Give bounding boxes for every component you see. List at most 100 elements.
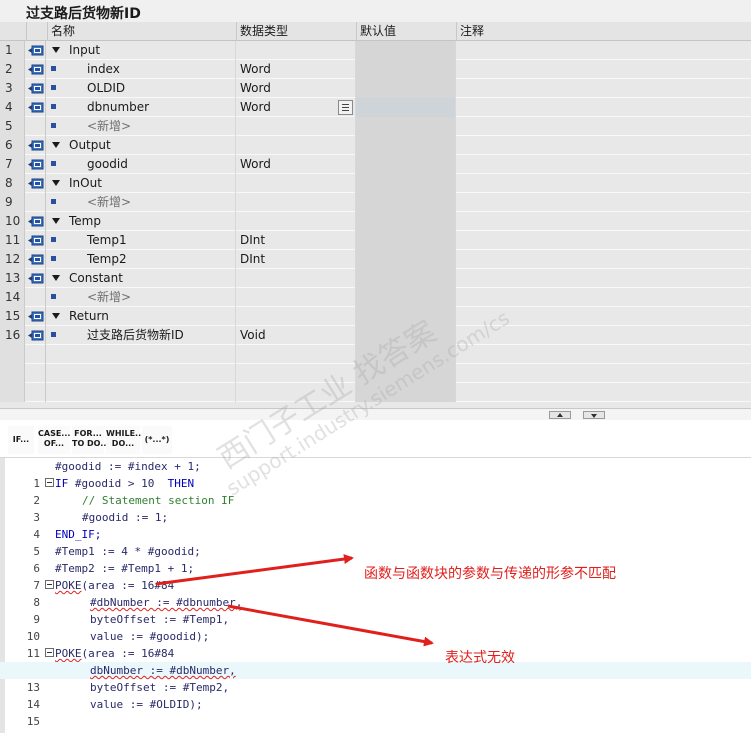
row-default-cell[interactable] bbox=[356, 155, 456, 174]
row-number[interactable]: 14 bbox=[0, 288, 25, 307]
row-number[interactable]: 16 bbox=[0, 326, 25, 345]
collapse-down-button[interactable] bbox=[583, 411, 605, 419]
insert-case-button[interactable]: CASE... OF... bbox=[38, 426, 70, 454]
column-header-name[interactable]: 名称 bbox=[47, 22, 236, 41]
insert-if-button[interactable]: IF... bbox=[8, 426, 34, 454]
row-comment-cell[interactable] bbox=[456, 155, 751, 174]
insert-for-button[interactable]: FOR... TO DO... bbox=[72, 426, 109, 454]
code-line[interactable]: 14 byteOffset := #Temp2, bbox=[0, 679, 751, 711]
code-line[interactable]: 3 // Statement section IF bbox=[0, 492, 751, 524]
row-datatype-cell[interactable] bbox=[236, 41, 356, 60]
row-comment-cell[interactable] bbox=[456, 60, 751, 79]
row-name-cell[interactable]: <新增> bbox=[47, 288, 236, 307]
row-number[interactable]: 11 bbox=[0, 231, 25, 250]
fold-collapse-icon[interactable] bbox=[45, 580, 54, 589]
row-datatype-cell[interactable] bbox=[236, 193, 356, 212]
table-row[interactable]: 9 <新增> bbox=[0, 193, 751, 212]
column-header-comment[interactable]: 注释 bbox=[456, 22, 751, 41]
row-datatype-cell[interactable]: Word bbox=[236, 155, 356, 174]
code-line[interactable]: 9 #dbNumber := #dbnumber, bbox=[0, 594, 751, 626]
row-default-cell[interactable] bbox=[356, 250, 456, 269]
row-datatype-cell[interactable]: DInt bbox=[236, 231, 356, 250]
row-number[interactable]: 1 bbox=[0, 41, 25, 60]
collapse-up-button[interactable] bbox=[549, 411, 571, 419]
table-row[interactable]: 5 <新增> bbox=[0, 117, 751, 136]
row-default-cell[interactable] bbox=[356, 98, 456, 117]
insert-while-button[interactable]: WHILE... DO... bbox=[106, 426, 144, 454]
code-line[interactable]: 1 #goodid := #index + 1; bbox=[0, 458, 751, 490]
code-line[interactable]: 5 END_IF; bbox=[0, 526, 751, 558]
code-line[interactable]: 6 #Temp1 := 4 * #goodid; bbox=[0, 543, 751, 575]
expand-triangle-icon[interactable] bbox=[52, 313, 60, 319]
code-line-current[interactable]: 13 dbNumber := #dbNumber, bbox=[0, 662, 751, 694]
row-comment-cell[interactable] bbox=[456, 79, 751, 98]
row-name-cell[interactable]: <新增> bbox=[47, 117, 236, 136]
row-default-cell[interactable] bbox=[356, 41, 456, 60]
row-default-cell[interactable] bbox=[356, 79, 456, 98]
fold-collapse-icon[interactable] bbox=[45, 478, 54, 487]
row-comment-cell[interactable] bbox=[456, 41, 751, 60]
row-name-cell[interactable]: OLDID bbox=[47, 79, 236, 98]
row-default-cell[interactable] bbox=[356, 193, 456, 212]
row-comment-cell[interactable] bbox=[456, 98, 751, 117]
row-datatype-cell[interactable] bbox=[236, 174, 356, 193]
row-default-cell[interactable] bbox=[356, 174, 456, 193]
fold-collapse-icon[interactable] bbox=[45, 648, 54, 657]
row-default-cell[interactable] bbox=[356, 269, 456, 288]
table-row[interactable]: 3 OLDID Word bbox=[0, 79, 751, 98]
row-datatype-cell[interactable]: Void bbox=[236, 326, 356, 345]
code-line[interactable]: 15 value := #OLDID); bbox=[0, 696, 751, 728]
table-row[interactable]: 11 Temp1 DInt bbox=[0, 231, 751, 250]
expand-triangle-icon[interactable] bbox=[52, 275, 60, 281]
row-name-cell[interactable]: 过支路后货物新ID bbox=[47, 326, 236, 345]
row-number[interactable]: 5 bbox=[0, 117, 25, 136]
row-default-cell[interactable] bbox=[356, 212, 456, 231]
row-comment-cell[interactable] bbox=[456, 212, 751, 231]
row-number[interactable]: 12 bbox=[0, 250, 25, 269]
table-row[interactable]: 10 Temp bbox=[0, 212, 751, 231]
code-line[interactable]: 11 value := #goodid); bbox=[0, 628, 751, 660]
row-number[interactable]: 8 bbox=[0, 174, 25, 193]
row-name-cell[interactable]: Output bbox=[47, 136, 236, 155]
table-row[interactable]: 4 dbnumber Word bbox=[0, 98, 751, 117]
row-datatype-cell[interactable]: Word bbox=[236, 79, 356, 98]
table-row[interactable]: 1 Input bbox=[0, 41, 751, 60]
row-name-cell[interactable]: goodid bbox=[47, 155, 236, 174]
row-name-cell[interactable]: Temp bbox=[47, 212, 236, 231]
row-number[interactable]: 10 bbox=[0, 212, 25, 231]
row-number[interactable]: 6 bbox=[0, 136, 25, 155]
table-row[interactable]: 15 Return bbox=[0, 307, 751, 326]
row-datatype-cell[interactable] bbox=[236, 117, 356, 136]
row-comment-cell[interactable] bbox=[456, 117, 751, 136]
code-line[interactable]: 4 #goodid := 1; bbox=[0, 509, 751, 541]
row-number[interactable]: 3 bbox=[0, 79, 25, 98]
table-row[interactable]: 8 InOut bbox=[0, 174, 751, 193]
row-default-cell[interactable] bbox=[356, 60, 456, 79]
row-default-cell[interactable] bbox=[356, 231, 456, 250]
row-name-cell[interactable]: InOut bbox=[47, 174, 236, 193]
row-name-cell[interactable]: Constant bbox=[47, 269, 236, 288]
row-name-cell[interactable]: <新增> bbox=[47, 193, 236, 212]
table-row[interactable]: 12 Temp2 DInt bbox=[0, 250, 751, 269]
code-line[interactable]: 2 IF #goodid > 10 THEN bbox=[0, 475, 751, 507]
row-comment-cell[interactable] bbox=[456, 174, 751, 193]
row-name-cell[interactable]: Temp1 bbox=[47, 231, 236, 250]
row-default-cell[interactable] bbox=[356, 136, 456, 155]
row-datatype-cell[interactable] bbox=[236, 307, 356, 326]
row-datatype-cell[interactable]: Word bbox=[236, 60, 356, 79]
table-row[interactable]: 13 Constant bbox=[0, 269, 751, 288]
code-line[interactable]: 10 byteOffset := #Temp1, bbox=[0, 611, 751, 643]
row-name-cell[interactable]: Return bbox=[47, 307, 236, 326]
row-datatype-cell[interactable] bbox=[236, 212, 356, 231]
row-number[interactable]: 7 bbox=[0, 155, 25, 174]
row-default-cell[interactable] bbox=[356, 288, 456, 307]
row-comment-cell[interactable] bbox=[456, 231, 751, 250]
expand-triangle-icon[interactable] bbox=[52, 142, 60, 148]
row-comment-cell[interactable] bbox=[456, 136, 751, 155]
row-datatype-cell[interactable] bbox=[236, 288, 356, 307]
expand-triangle-icon[interactable] bbox=[52, 180, 60, 186]
row-number[interactable]: 2 bbox=[0, 60, 25, 79]
code-line[interactable]: 16 bbox=[0, 713, 751, 733]
column-header-datatype[interactable]: 数据类型 bbox=[236, 22, 356, 41]
row-default-cell[interactable] bbox=[356, 117, 456, 136]
